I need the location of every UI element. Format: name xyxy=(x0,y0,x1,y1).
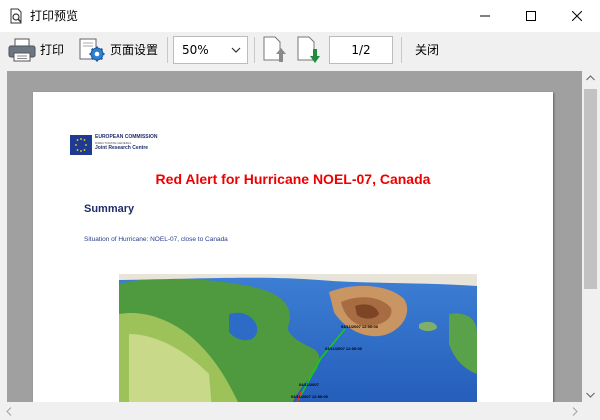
scroll-up-icon[interactable] xyxy=(586,75,595,81)
next-page-icon xyxy=(297,36,320,63)
print-preview-icon xyxy=(8,8,24,24)
previous-page-icon xyxy=(263,36,286,62)
page-setup-label: 页面设置 xyxy=(110,43,159,57)
window-title: 打印预览 xyxy=(30,9,79,23)
toolbar-separator xyxy=(167,37,168,63)
scroll-left-icon[interactable] xyxy=(6,407,12,416)
summary-heading: Summary xyxy=(84,203,135,215)
map-label: 04/11/2007 xyxy=(299,382,320,387)
horizontal-scrollbar[interactable] xyxy=(0,402,600,420)
ec-logo: EUROPEAN COMMISSION DIRECTORATE-GENERAL … xyxy=(70,134,190,158)
close-label: 关闭 xyxy=(415,43,440,57)
print-button[interactable]: 打印 xyxy=(8,35,64,65)
close-window-button[interactable] xyxy=(554,0,600,32)
situation-text: Situation of Hurricane: NOEL-07, close t… xyxy=(84,236,228,243)
map-label: 03/11/2007 12:00:00 xyxy=(291,394,329,399)
map-label: 03/11/2007 12:00:00 xyxy=(325,346,363,351)
next-page-button[interactable] xyxy=(296,35,322,65)
page-number-field[interactable]: 1/2 xyxy=(329,36,393,64)
maximize-icon xyxy=(526,11,536,21)
map-label: 04/11/2007 12:00:00 xyxy=(341,324,379,329)
zoom-value: 50% xyxy=(182,43,209,57)
scroll-right-icon[interactable] xyxy=(572,407,578,416)
previous-page-button[interactable] xyxy=(262,35,288,65)
eu-flag-icon xyxy=(70,135,92,155)
document-title: Red Alert for Hurricane NOEL-07, Canada xyxy=(155,171,431,187)
title-bar: 打印预览 xyxy=(0,0,600,32)
vertical-scrollbar[interactable] xyxy=(582,71,599,402)
toolbar-separator xyxy=(254,37,255,63)
page-setup-button[interactable]: 页面设置 xyxy=(78,35,158,65)
hurricane-track-map: 04/11/2007 12:00:00 03/11/2007 12:00:00 … xyxy=(119,274,477,402)
print-label: 打印 xyxy=(40,43,65,57)
print-preview-window: 打印预览 打印 页面设置 50% 1/2 关闭 EUROPEAN COMMISS… xyxy=(0,0,600,420)
logo-line1: EUROPEAN COMMISSION xyxy=(95,134,158,140)
chevron-down-icon xyxy=(231,47,241,53)
close-icon xyxy=(572,11,582,21)
maximize-button[interactable] xyxy=(508,0,554,32)
toolbar-separator xyxy=(401,37,402,63)
document-page: EUROPEAN COMMISSION DIRECTORATE-GENERAL … xyxy=(33,92,553,402)
zoom-select[interactable]: 50% xyxy=(173,36,248,64)
scroll-down-icon[interactable] xyxy=(586,392,595,398)
vertical-scroll-thumb[interactable] xyxy=(584,89,597,289)
minimize-button[interactable] xyxy=(462,0,508,32)
preview-canvas[interactable]: EUROPEAN COMMISSION DIRECTORATE-GENERAL … xyxy=(7,71,582,402)
logo-line3: Joint Research Centre xyxy=(95,145,149,151)
minimize-icon xyxy=(480,15,490,17)
page-number-value: 1/2 xyxy=(351,43,371,57)
close-preview-button[interactable]: 关闭 xyxy=(411,35,439,65)
toolbar: 打印 页面设置 50% 1/2 关闭 xyxy=(0,32,600,68)
page-setup-icon xyxy=(79,38,105,62)
printer-icon xyxy=(8,38,36,62)
